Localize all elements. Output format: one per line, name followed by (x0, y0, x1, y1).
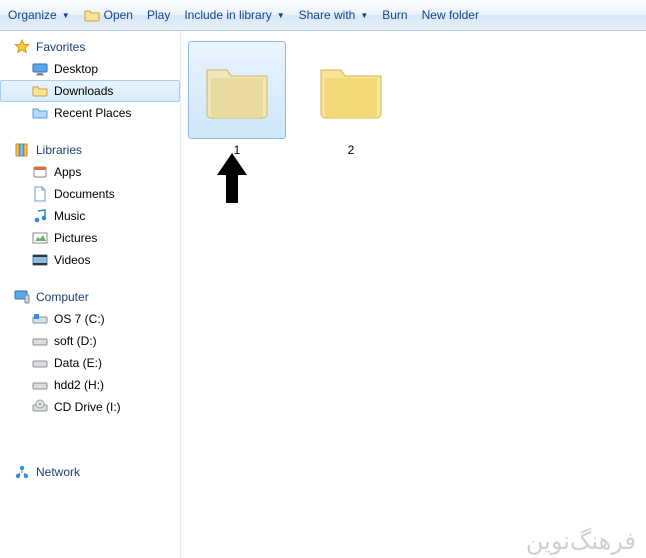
downloads-icon (32, 83, 48, 99)
drive-icon (32, 377, 48, 393)
sidebar: Favorites Desktop Downloads (0, 31, 181, 558)
sidebar-item-label: CD Drive (I:) (54, 398, 121, 416)
favorites-header[interactable]: Favorites (0, 37, 180, 58)
sidebar-item-label: Downloads (54, 82, 113, 100)
videos-icon (32, 252, 48, 268)
pictures-icon (32, 230, 48, 246)
include-label: Include in library (184, 8, 271, 22)
organize-label: Organize (8, 8, 57, 22)
drive-icon (32, 333, 48, 349)
apps-icon (32, 164, 48, 180)
favorites-label: Favorites (36, 40, 85, 54)
arrow-callout-icon (215, 153, 249, 206)
cd-drive-icon (32, 399, 48, 415)
sidebar-item-apps[interactable]: Apps (0, 161, 180, 183)
documents-icon (32, 186, 48, 202)
sidebar-item-recent[interactable]: Recent Places (0, 102, 180, 124)
sidebar-item-label: soft (D:) (54, 332, 97, 350)
sidebar-item-label: hdd2 (H:) (54, 376, 104, 394)
sidebar-item-drive-h[interactable]: hdd2 (H:) (0, 374, 180, 396)
share-label: Share with (299, 8, 356, 22)
sidebar-item-videos[interactable]: Videos (0, 249, 180, 271)
sidebar-item-music[interactable]: Music (0, 205, 180, 227)
sidebar-item-label: Pictures (54, 229, 97, 247)
recent-icon (32, 105, 48, 121)
sidebar-item-downloads[interactable]: Downloads (0, 80, 180, 102)
folder-label: 2 (301, 143, 401, 157)
star-icon (14, 39, 30, 55)
drive-icon (32, 355, 48, 371)
computer-label: Computer (36, 290, 89, 304)
newfolder-button[interactable]: New folder (422, 8, 479, 22)
network-label: Network (36, 465, 80, 479)
computer-icon (14, 289, 30, 305)
sidebar-item-drive-d[interactable]: soft (D:) (0, 330, 180, 352)
newfolder-label: New folder (422, 8, 479, 22)
share-button[interactable]: Share with ▼ (299, 8, 369, 22)
sidebar-item-label: Recent Places (54, 104, 131, 122)
dropdown-icon: ▼ (277, 11, 285, 20)
sidebar-item-label: Documents (54, 185, 115, 203)
sidebar-item-label: OS 7 (C:) (54, 310, 105, 328)
network-header[interactable]: Network (0, 462, 180, 483)
content-area[interactable]: 1 2 (181, 31, 646, 558)
play-label: Play (147, 8, 170, 22)
folder-thumbnail (188, 41, 286, 139)
sidebar-item-label: Music (54, 207, 85, 225)
open-folder-icon (84, 7, 100, 23)
libraries-section: Libraries Apps Documents (0, 140, 180, 271)
network-icon (14, 464, 30, 480)
music-icon (32, 208, 48, 224)
sidebar-item-label: Videos (54, 251, 90, 269)
folder-item[interactable]: 1 (187, 41, 287, 157)
computer-section: Computer OS 7 (C:) soft (D:) (0, 287, 180, 418)
desktop-icon (32, 61, 48, 77)
burn-label: Burn (382, 8, 407, 22)
computer-header[interactable]: Computer (0, 287, 180, 308)
dropdown-icon: ▼ (62, 11, 70, 20)
play-button[interactable]: Play (147, 8, 170, 22)
sidebar-item-drive-e[interactable]: Data (E:) (0, 352, 180, 374)
sidebar-item-desktop[interactable]: Desktop (0, 58, 180, 80)
sidebar-item-documents[interactable]: Documents (0, 183, 180, 205)
sidebar-item-drive-i[interactable]: CD Drive (I:) (0, 396, 180, 418)
sidebar-item-drive-c[interactable]: OS 7 (C:) (0, 308, 180, 330)
burn-button[interactable]: Burn (382, 8, 407, 22)
sidebar-item-label: Desktop (54, 60, 98, 78)
open-label: Open (104, 8, 133, 22)
favorites-section: Favorites Desktop Downloads (0, 37, 180, 124)
organize-button[interactable]: Organize ▼ (8, 8, 70, 22)
folder-thumbnail (302, 41, 400, 139)
drive-icon (32, 311, 48, 327)
libraries-label: Libraries (36, 143, 82, 157)
folder-item[interactable]: 2 (301, 41, 401, 157)
toolbar: Organize ▼ Open Play Include in library … (0, 0, 646, 31)
sidebar-item-label: Apps (54, 163, 81, 181)
include-button[interactable]: Include in library ▼ (184, 8, 284, 22)
libraries-header[interactable]: Libraries (0, 140, 180, 161)
watermark-text: فرهنگ‌نوین (526, 527, 636, 556)
folder-list: 1 2 (187, 41, 640, 157)
open-button[interactable]: Open (84, 7, 133, 23)
sidebar-item-pictures[interactable]: Pictures (0, 227, 180, 249)
dropdown-icon: ▼ (360, 11, 368, 20)
watermark: فرهنگ‌نوین (526, 527, 636, 552)
libraries-icon (14, 142, 30, 158)
sidebar-item-label: Data (E:) (54, 354, 102, 372)
